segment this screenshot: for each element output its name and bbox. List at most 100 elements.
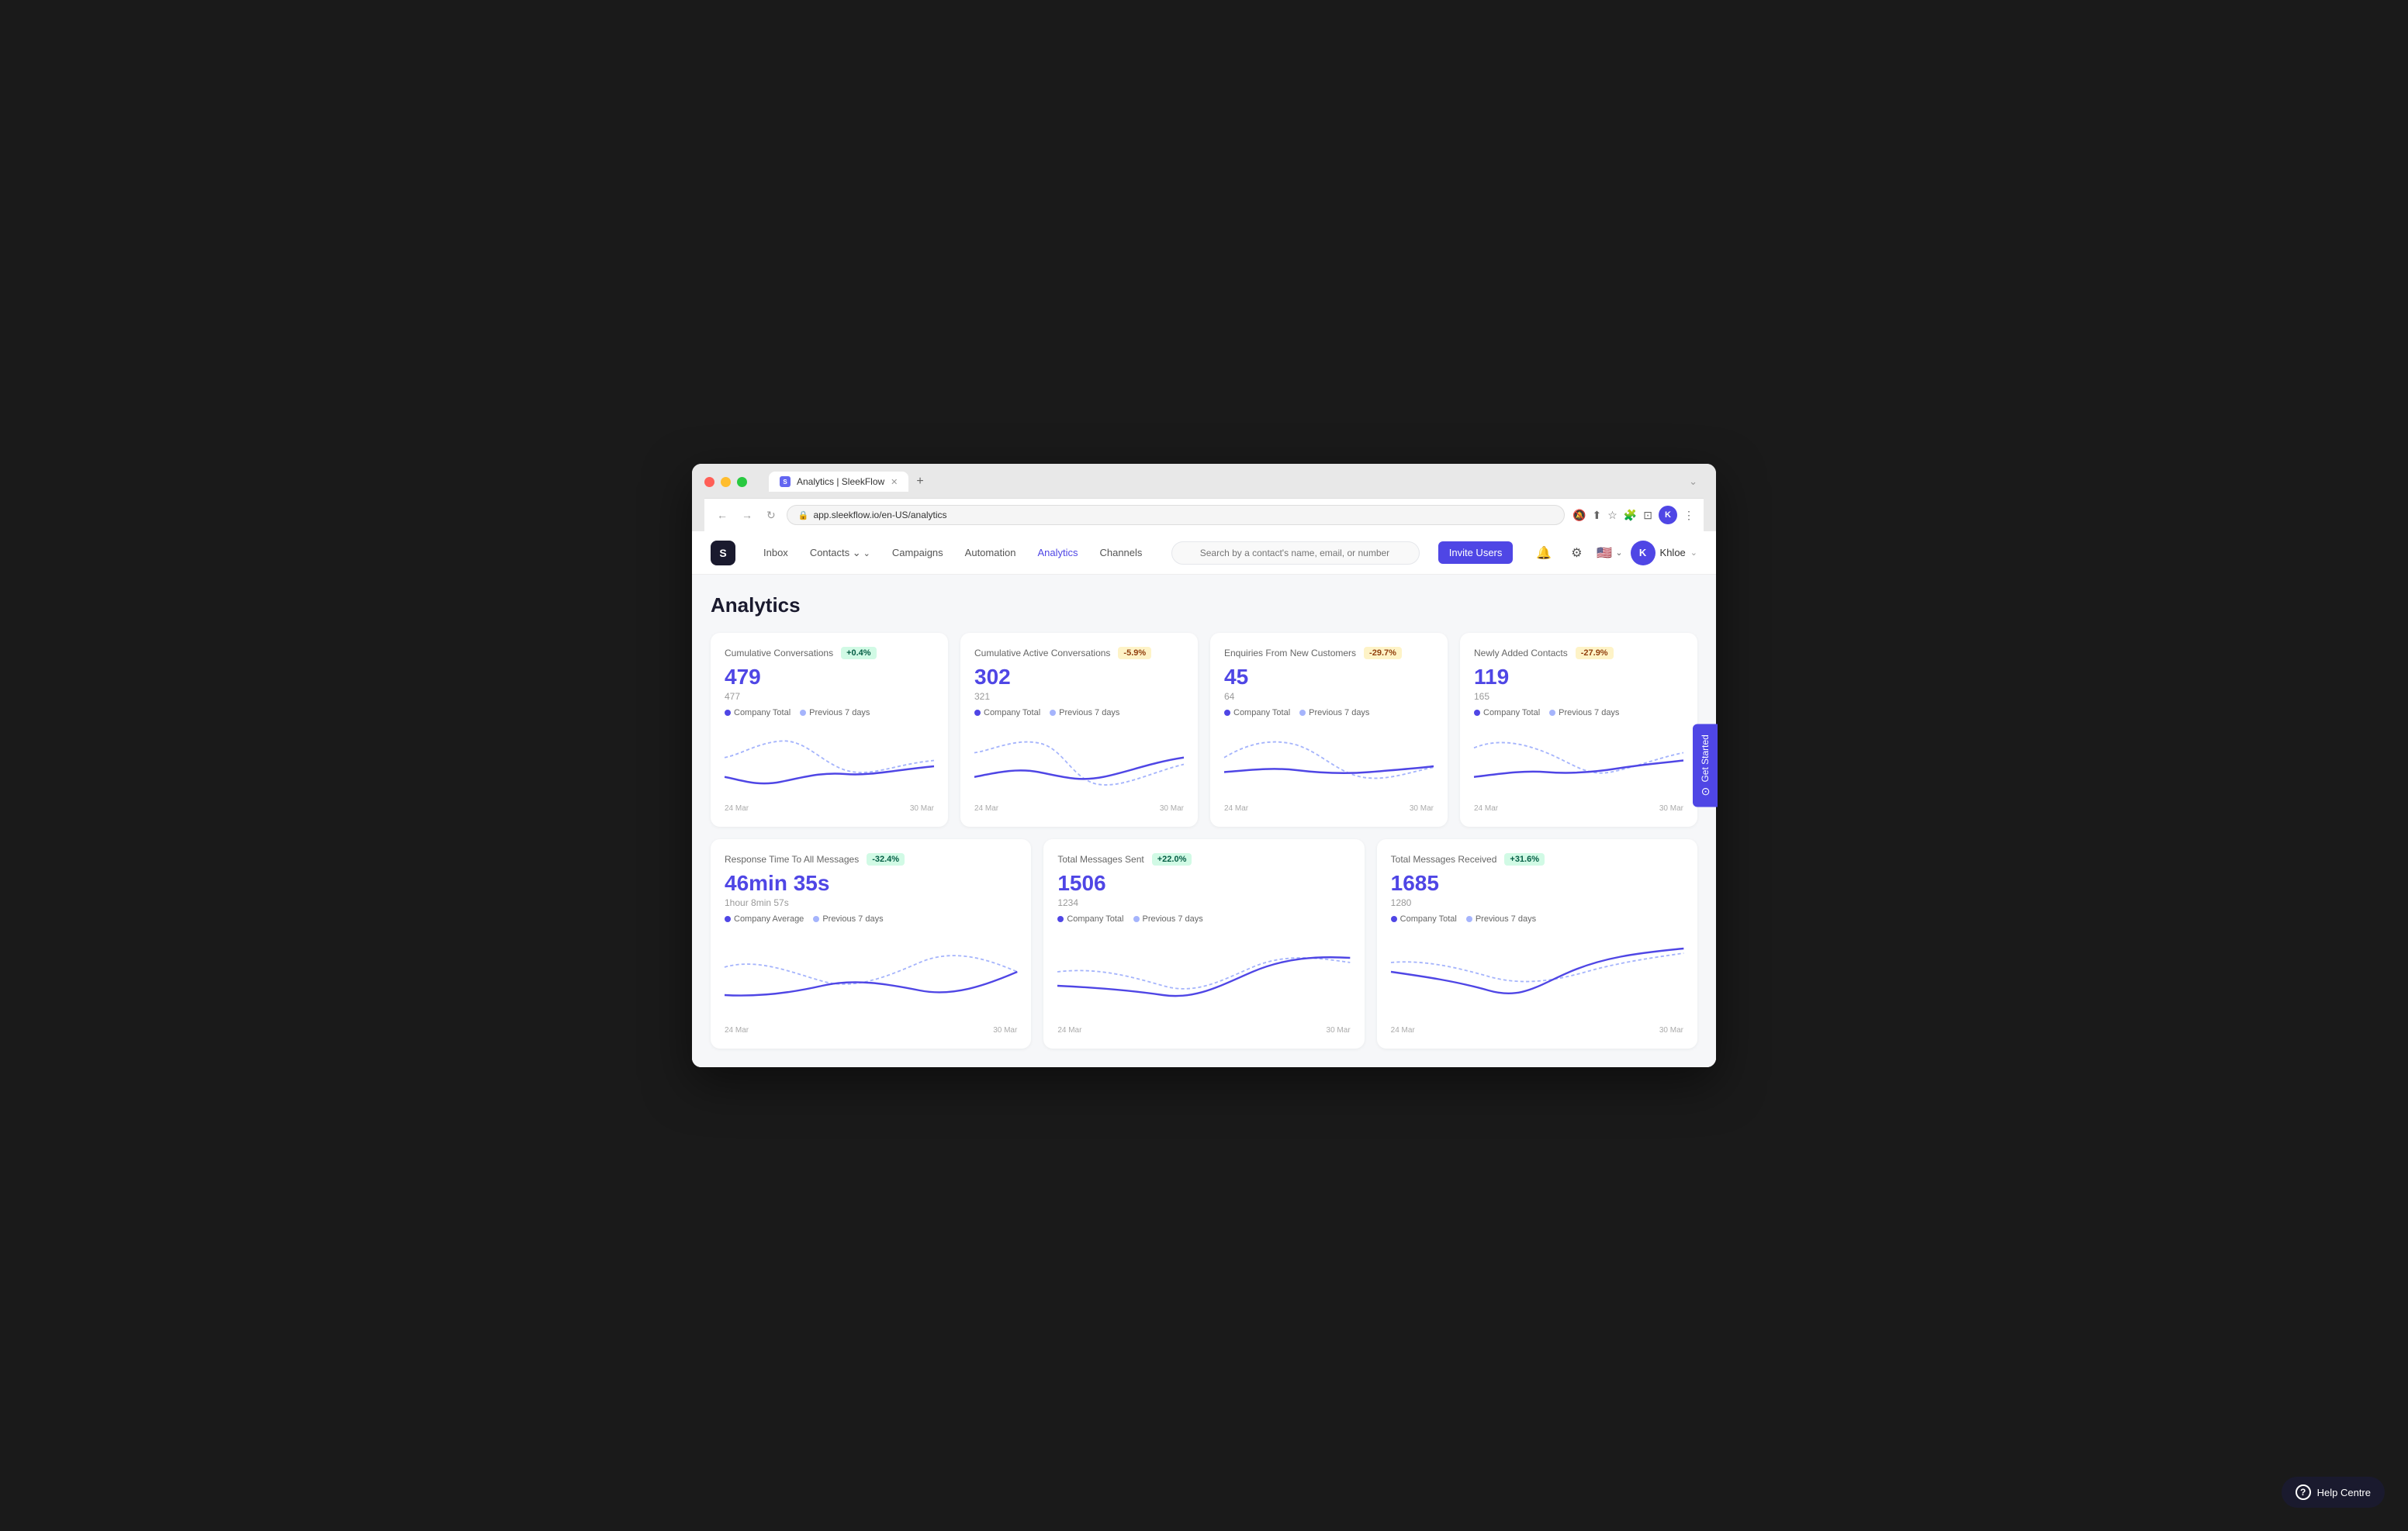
help-centre-button[interactable]: ? Help Centre — [2282, 1477, 2385, 1508]
card-title-2: Cumulative Active Conversations — [974, 648, 1110, 658]
date-start-2: 24 Mar — [974, 804, 998, 813]
user-avatar: K — [1631, 541, 1656, 565]
analytics-main: Analytics Cumulative Conversations +0.4%… — [692, 575, 1716, 1067]
get-started-button[interactable]: ⊙ Get Started — [1693, 724, 1718, 807]
notifications-icon[interactable]: 🔔 — [1531, 541, 1556, 565]
card-value-1: 479 — [725, 665, 934, 689]
sidebar-item-channels[interactable]: Channels — [1090, 542, 1151, 563]
share-icon[interactable]: ⬆ — [1593, 509, 1602, 522]
extensions-icon[interactable]: 🧩 — [1624, 509, 1637, 522]
browser-tab[interactable]: S Analytics | SleekFlow ✕ — [769, 472, 908, 492]
legend-company-6: Company Total — [1057, 914, 1123, 924]
bookmark-icon[interactable]: ☆ — [1607, 509, 1617, 522]
date-end-1: 30 Mar — [910, 804, 934, 813]
tab-title: Analytics | SleekFlow — [797, 476, 884, 487]
card-title-3: Enquiries From New Customers — [1224, 648, 1356, 658]
language-selector[interactable]: 🇺🇸 ⌄ — [1597, 545, 1622, 561]
legend-dot-prev-6 — [1133, 916, 1140, 922]
date-end-2: 30 Mar — [1160, 804, 1184, 813]
card-messages-received: Total Messages Received +31.6% 1685 1280… — [1377, 839, 1697, 1049]
legend-label-company-3: Company Total — [1233, 708, 1290, 717]
card-value-3: 45 — [1224, 665, 1434, 689]
traffic-light-green[interactable] — [737, 477, 747, 487]
search-input[interactable] — [1171, 541, 1420, 565]
back-button[interactable]: ← — [714, 507, 731, 523]
card-badge-5: -32.4% — [867, 853, 905, 866]
legend-label-company-2: Company Total — [984, 708, 1040, 717]
card-badge-3: -29.7% — [1364, 647, 1402, 659]
date-end-5: 30 Mar — [993, 1026, 1017, 1035]
app-navbar: S Inbox Contacts ⌄ Campaigns Automation … — [692, 531, 1716, 575]
user-dropdown-arrow: ⌄ — [1690, 548, 1697, 558]
get-started-tab-container: ⊙ Get Started — [1693, 724, 1718, 807]
card-prev-5: 1hour 8min 57s — [725, 897, 1017, 908]
address-bar[interactable]: 🔒 app.sleekflow.io/en-US/analytics — [787, 505, 1565, 525]
window-control[interactable]: ⌄ — [1689, 475, 1704, 488]
legend-dot-company-2 — [974, 710, 981, 716]
card-value-6: 1506 — [1057, 872, 1350, 896]
tab-favicon: S — [780, 476, 791, 487]
date-end-3: 30 Mar — [1410, 804, 1434, 813]
card-prev-3: 64 — [1224, 691, 1434, 702]
legend-dot-company-4 — [1474, 710, 1480, 716]
legend-dot-company-3 — [1224, 710, 1230, 716]
page-title: Analytics — [711, 593, 1697, 617]
card-cumulative-active: Cumulative Active Conversations -5.9% 30… — [960, 633, 1198, 827]
date-start-4: 24 Mar — [1474, 804, 1498, 813]
legend-prev-5: Previous 7 days — [813, 914, 883, 924]
forward-button[interactable]: → — [739, 507, 756, 523]
legend-dot-company-7 — [1391, 916, 1397, 922]
legend-dot-company-5 — [725, 916, 731, 922]
card-title-4: Newly Added Contacts — [1474, 648, 1568, 658]
legend-label-company-5: Company Average — [734, 914, 804, 924]
split-view-icon[interactable]: ⊡ — [1643, 509, 1652, 522]
legend-company-7: Company Total — [1391, 914, 1457, 924]
notifications-off-icon[interactable]: 🔕 — [1572, 509, 1586, 522]
sidebar-item-inbox[interactable]: Inbox — [754, 542, 797, 563]
settings-icon[interactable]: ⚙ — [1564, 541, 1589, 565]
get-started-icon: ⊙ — [1699, 787, 1711, 797]
sidebar-item-contacts[interactable]: Contacts ⌄ — [801, 542, 880, 564]
language-arrow: ⌄ — [1615, 548, 1622, 558]
tab-close-button[interactable]: ✕ — [891, 477, 898, 487]
browser-profile-avatar[interactable]: K — [1659, 506, 1677, 524]
card-title-6: Total Messages Sent — [1057, 854, 1143, 865]
legend-dot-prev-1 — [800, 710, 806, 716]
legend-dot-company-6 — [1057, 916, 1064, 922]
legend-dot-prev-3 — [1299, 710, 1306, 716]
legend-dot-prev-4 — [1549, 710, 1555, 716]
new-tab-button[interactable]: + — [912, 473, 928, 490]
sidebar-item-campaigns[interactable]: Campaigns — [883, 542, 953, 563]
card-title-7: Total Messages Received — [1391, 854, 1497, 865]
card-prev-1: 477 — [725, 691, 934, 702]
card-newly-added: Newly Added Contacts -27.9% 119 165 Comp… — [1460, 633, 1697, 827]
card-prev-4: 165 — [1474, 691, 1683, 702]
help-icon: ? — [2296, 1484, 2311, 1500]
user-menu[interactable]: K Khloe ⌄ — [1631, 541, 1697, 565]
legend-prev-4: Previous 7 days — [1549, 708, 1619, 717]
refresh-button[interactable]: ↻ — [763, 507, 779, 524]
browser-menu-icon[interactable]: ⋮ — [1683, 509, 1694, 522]
traffic-light-red[interactable] — [704, 477, 714, 487]
card-prev-2: 321 — [974, 691, 1184, 702]
date-start-7: 24 Mar — [1391, 1026, 1415, 1035]
legend-label-prev-1: Previous 7 days — [809, 708, 870, 717]
card-badge-1: +0.4% — [841, 647, 877, 659]
url-display: app.sleekflow.io/en-US/analytics — [813, 510, 946, 520]
card-badge-7: +31.6% — [1504, 853, 1545, 866]
help-centre-label: Help Centre — [2317, 1487, 2371, 1498]
date-start-3: 24 Mar — [1224, 804, 1248, 813]
legend-company-3: Company Total — [1224, 708, 1290, 717]
date-start-6: 24 Mar — [1057, 1026, 1081, 1035]
traffic-light-yellow[interactable] — [721, 477, 731, 487]
legend-label-company-6: Company Total — [1067, 914, 1123, 924]
sidebar-item-automation[interactable]: Automation — [956, 542, 1026, 563]
card-badge-2: -5.9% — [1118, 647, 1151, 659]
date-end-7: 30 Mar — [1659, 1026, 1683, 1035]
invite-users-button[interactable]: Invite Users — [1438, 541, 1514, 564]
legend-prev-6: Previous 7 days — [1133, 914, 1203, 924]
sidebar-item-analytics[interactable]: Analytics — [1028, 542, 1087, 563]
legend-prev-7: Previous 7 days — [1466, 914, 1536, 924]
legend-company-1: Company Total — [725, 708, 791, 717]
date-start-5: 24 Mar — [725, 1026, 749, 1035]
